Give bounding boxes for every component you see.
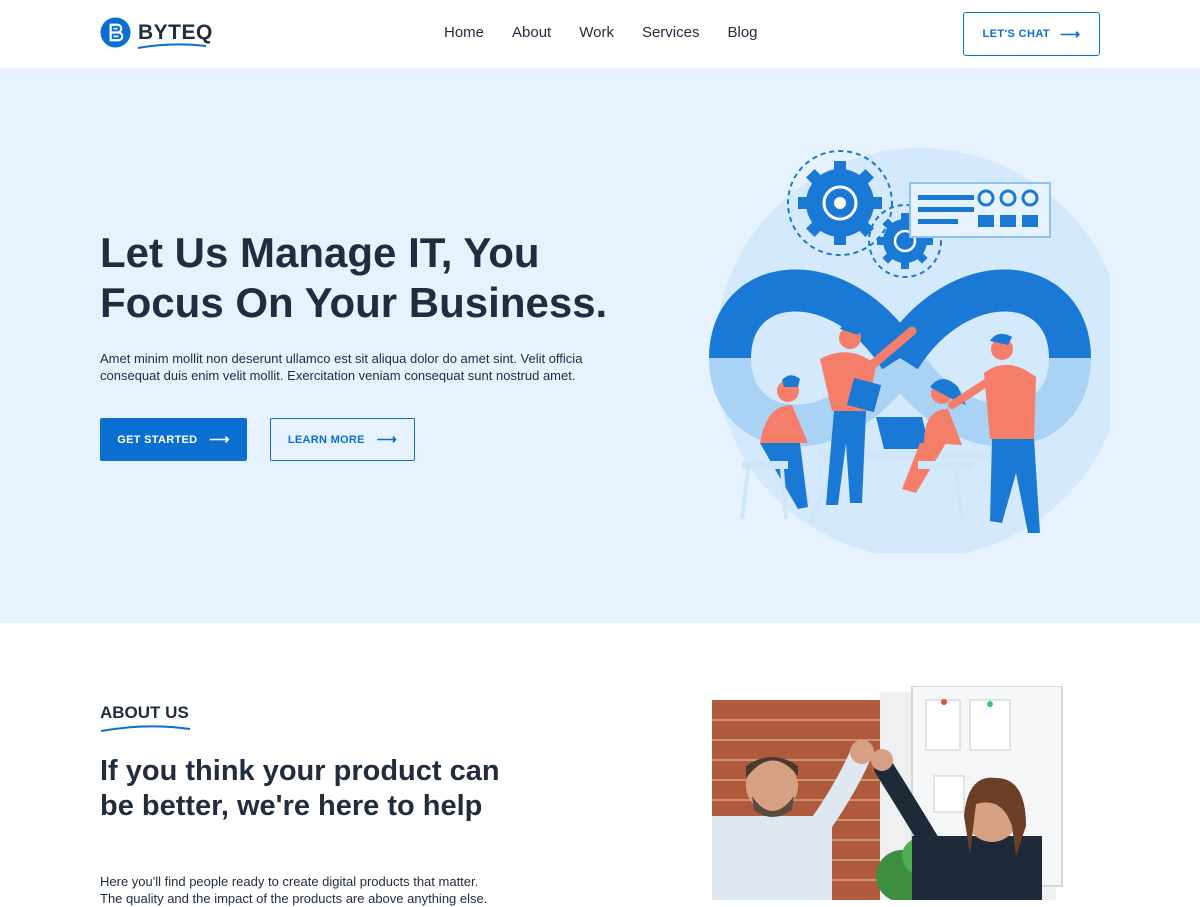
about-text: Here you'll find people ready to create … [100, 874, 488, 906]
hero-title: Let Us Manage IT, You Focus On Your Busi… [100, 229, 608, 326]
brand-name: BYTEQ [138, 20, 213, 44]
logo[interactable]: BYTEQ [100, 17, 213, 49]
site-header: BYTEQ Home About Work Services Blog LET'… [0, 0, 1200, 68]
brand-underline [137, 43, 207, 49]
nav-item-home[interactable]: Home [444, 24, 484, 41]
arrow-right-icon: ⟶ [1060, 25, 1081, 42]
arrow-right-icon: ⟶ [209, 431, 230, 447]
nav-item-work[interactable]: Work [579, 24, 614, 41]
hero-section: Let Us Manage IT, You Focus On Your Busi… [0, 68, 1200, 623]
byteq-logo-icon [100, 17, 131, 48]
learn-more-label: LEARN MORE [287, 433, 365, 446]
nav-item-services[interactable]: Services [642, 24, 700, 41]
about-title: If you think your product can be better,… [100, 755, 500, 822]
about-label: ABOUT US [100, 703, 189, 722]
nav-item-blog[interactable]: Blog [727, 24, 757, 41]
team-high-five-photo [712, 686, 1063, 900]
arrow-right-icon: ⟶ [376, 431, 398, 447]
hero-text: Amet minim mollit non deserunt ullamco e… [100, 351, 583, 383]
main-nav: Home About Work Services Blog [430, 24, 772, 41]
nav-item-about[interactable]: About [512, 24, 551, 41]
team-illustration [708, 148, 1110, 553]
lets-chat-label: LET'S CHAT [982, 28, 1051, 40]
about-underline [100, 725, 191, 732]
lets-chat-button[interactable]: LET'S CHAT ⟶ [963, 12, 1100, 56]
learn-more-button[interactable]: LEARN MORE ⟶ [270, 418, 415, 461]
get-started-label: GET STARTED [117, 433, 198, 446]
get-started-button[interactable]: GET STARTED ⟶ [100, 418, 247, 461]
